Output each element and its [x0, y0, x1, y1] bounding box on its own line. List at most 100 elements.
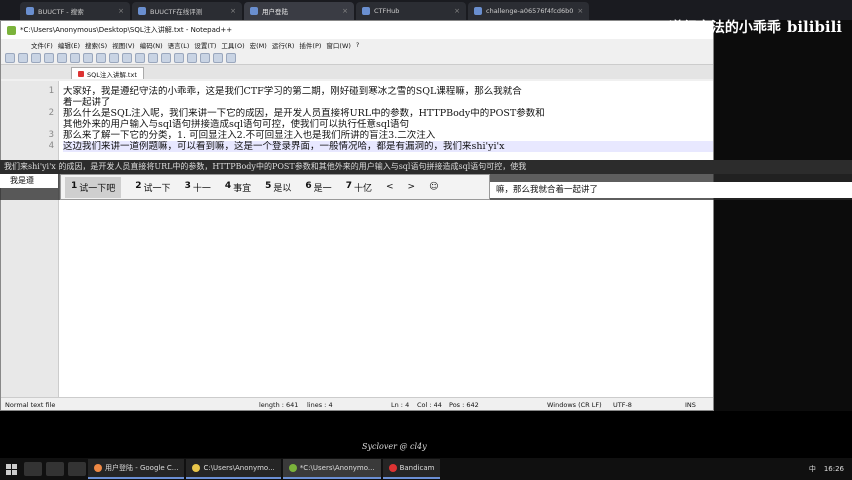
save-all-icon[interactable] [44, 52, 54, 63]
uploader-name: 遵纪守法的小乖乖 [668, 20, 781, 36]
file-explorer-icon[interactable] [68, 462, 86, 476]
browser-tab[interactable]: 用户登陆 × [244, 2, 354, 20]
ime-candidate[interactable]: 5 是以 [265, 181, 291, 194]
status-file-type: Normal text file [5, 401, 56, 409]
toolbar [1, 51, 713, 65]
browser-tab[interactable]: challenge-a06576f4fcd6b0 × [468, 2, 590, 20]
menu-bar: 文件(F) 编辑(E) 搜索(S) 视图(V) 编码(N) 语言(L) 设置(T… [1, 39, 713, 51]
status-bar: Normal text file length : 641 lines : 4 … [1, 397, 713, 410]
windows-logo-icon [5, 463, 17, 475]
background-panel [714, 20, 852, 411]
browser-tab[interactable]: CTFHub × [356, 2, 466, 20]
taskbar-app-notepad[interactable]: *C:\Users\Anonymo... [282, 459, 381, 479]
ime-candidate[interactable]: 1 试一下吧 [65, 176, 122, 198]
ime-candidate[interactable]: 7 十亿 [346, 181, 372, 194]
favicon-icon [474, 7, 482, 15]
clock[interactable]: 16:26 [824, 465, 844, 473]
menu-macro[interactable]: 宏(M) [250, 40, 267, 50]
unsaved-file-icon [78, 70, 84, 77]
ime-composition-strip: 我们来shi'yi'x 的成因，是开发人员直接将URL中的参数，HTTPBody… [0, 160, 852, 174]
menu-window[interactable]: 窗口(W) [326, 40, 351, 50]
taskbar-app-label: C:\Users\Anonymo... [203, 464, 275, 472]
redo-icon[interactable] [135, 52, 145, 63]
taskbar-app-explorer[interactable]: C:\Users\Anonymo... [186, 459, 281, 479]
browser-tab[interactable]: BUUCTF在线评测 × [132, 2, 242, 20]
text-content[interactable]: 大家好，我是遵纪守法的小乖乖，这是我们CTF学习的第二期，刚好碰到寒冰之雪的SQ… [59, 81, 713, 397]
print-icon[interactable] [70, 52, 80, 63]
taskbar-app-chrome[interactable]: 用户登陆 - Google C... [88, 459, 185, 479]
candidate-text: 是以 [273, 183, 292, 194]
tab-label: CTFHub [374, 7, 400, 15]
paste-icon[interactable] [109, 52, 119, 63]
record-macro-icon[interactable] [213, 52, 223, 63]
close-icon[interactable]: × [342, 7, 348, 15]
cut-icon[interactable] [83, 52, 93, 63]
system-tray: 中 16:26 [809, 464, 852, 474]
menu-edit[interactable]: 编辑(E) [58, 40, 80, 50]
copy-icon[interactable] [96, 52, 106, 63]
wrap-icon[interactable] [200, 52, 210, 63]
start-button[interactable] [0, 458, 22, 480]
browser-tab[interactable]: BUUCTF - 搜索 × [20, 2, 130, 20]
menu-search[interactable]: 搜索(S) [85, 40, 107, 50]
zoom-out-icon[interactable] [187, 52, 197, 63]
menu-plugins[interactable]: 插件(P) [299, 40, 321, 50]
zoom-in-icon[interactable] [174, 52, 184, 63]
status-eol: Windows (CR LF) [547, 401, 602, 409]
open-file-icon[interactable] [18, 52, 28, 63]
ime-indicator[interactable]: 中 [809, 464, 816, 474]
notepad-window: *C:\Users\Anonymous\Desktop\SQL注入讲解.txt … [0, 20, 714, 411]
candidate-text: 十亿 [353, 183, 372, 194]
tab-label: BUUCTF - 搜索 [38, 8, 84, 16]
ime-left-text: 我是遵 [0, 174, 58, 188]
candidate-number: 5 [265, 180, 272, 191]
favicon-icon [250, 7, 258, 15]
close-file-icon[interactable] [57, 52, 67, 63]
task-view-icon[interactable] [46, 462, 64, 476]
play-macro-icon[interactable] [226, 52, 236, 63]
notepad-app-icon [7, 25, 16, 35]
menu-encoding[interactable]: 编码(N) [140, 40, 163, 50]
notepad-icon [288, 464, 297, 472]
file-tab-bar: SQL注入讲解.txt [1, 65, 713, 79]
text-line: 那么什么是SQL注入呢，我们来讲一下它的成因，是开发人员直接将URL中的参数，H… [63, 108, 545, 119]
replace-icon[interactable] [161, 52, 171, 63]
menu-settings[interactable]: 设置(T) [194, 40, 216, 50]
window-titlebar: *C:\Users\Anonymous\Desktop\SQL注入讲解.txt … [1, 21, 713, 39]
bilibili-logo: bilibili [786, 18, 842, 36]
line-number [1, 97, 58, 108]
editor-area[interactable]: 1 2 3 4 大家好，我是遵纪守法的小乖乖，这是我们CTF学习的第二期，刚好碰… [1, 81, 713, 397]
save-icon[interactable] [31, 52, 41, 63]
menu-tools[interactable]: 工具(O) [221, 40, 244, 50]
ime-candidate[interactable]: 4 事宜 [225, 181, 251, 194]
text-line-current: 这边我们来讲一道例题嘛，可以看到嘛，这是一个登录界面，一般情况哈，都是有漏洞的，… [63, 141, 713, 152]
file-tab[interactable]: SQL注入讲解.txt [71, 67, 144, 79]
ime-candidate[interactable]: 2 试一下 [135, 181, 170, 194]
undo-icon[interactable] [122, 52, 132, 63]
menu-help[interactable]: ? [356, 41, 359, 49]
menu-run[interactable]: 运行(R) [272, 40, 295, 50]
status-insert-mode: INS [685, 401, 696, 409]
new-file-icon[interactable] [5, 52, 15, 63]
taskbar-app-bandicam[interactable]: Bandicam [382, 459, 441, 479]
menu-view[interactable]: 视图(V) [112, 40, 135, 50]
ime-candidate[interactable]: 3 十一 [185, 181, 211, 194]
close-icon[interactable]: × [118, 7, 124, 15]
ime-candidate[interactable]: 6 是一 [305, 181, 331, 194]
menu-language[interactable]: 语言(L) [168, 40, 190, 50]
line-number [1, 119, 58, 130]
ime-prev-page-icon[interactable]: < [386, 182, 394, 192]
status-ln: Ln : 4 [391, 401, 410, 409]
close-icon[interactable]: × [230, 7, 236, 15]
close-icon[interactable]: × [577, 7, 583, 15]
ime-emoji-icon[interactable]: ☺ [429, 182, 438, 192]
candidate-number: 4 [224, 180, 232, 191]
candidate-number: 3 [184, 180, 191, 191]
find-icon[interactable] [148, 52, 158, 63]
close-icon[interactable]: × [454, 7, 460, 15]
menu-file[interactable]: 文件(F) [31, 40, 53, 50]
ime-next-page-icon[interactable]: > [408, 182, 416, 192]
search-icon[interactable] [24, 462, 42, 476]
video-watermark: Syclover @ cl4y [362, 442, 427, 451]
status-encoding: UTF-8 [613, 401, 632, 409]
